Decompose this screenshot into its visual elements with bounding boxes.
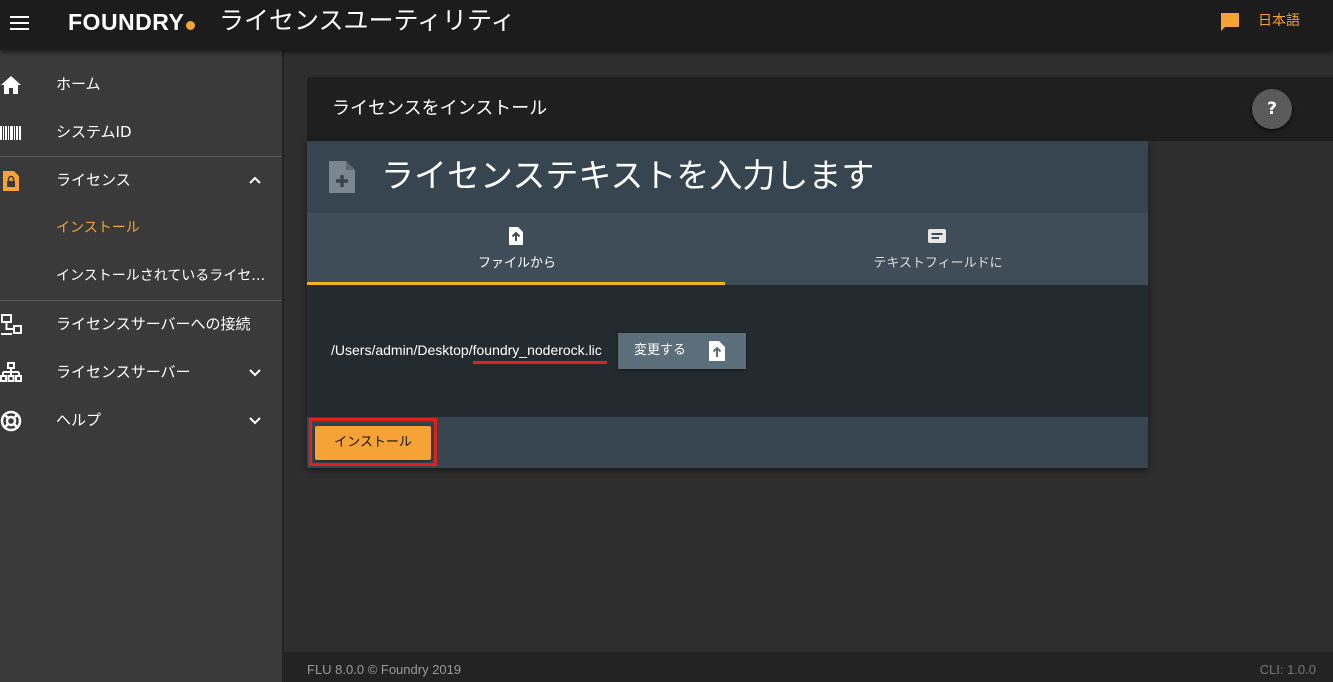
- chevron-down-icon[interactable]: [248, 413, 262, 427]
- home-icon: [1, 76, 21, 94]
- page-title: ライセンスをインストール: [332, 98, 548, 119]
- server-tree-icon: [0, 362, 22, 382]
- barcode-icon: [0, 126, 21, 140]
- sidebar-item-label: インストールされているライセ…: [56, 268, 266, 284]
- sidebar-item-label: ライセンスサーバー: [56, 363, 191, 381]
- sidebar-subitem-installed-licenses[interactable]: インストールされているライセ…: [0, 252, 282, 300]
- file-selection-area: /Users/admin/Desktop/foundry_noderock.li…: [307, 285, 1148, 417]
- footer-version: FLU 8.0.0 © Foundry 2019: [307, 662, 462, 677]
- card-action-bar: インストール: [307, 417, 1148, 468]
- top-app-bar: FOUNDRY ライセンスユーティリティ 日本語: [0, 0, 1333, 50]
- sidebar-item-label: ライセンスサーバーへの接続: [56, 315, 251, 333]
- lifebuoy-icon: [0, 410, 22, 432]
- tab-from-file[interactable]: ファイルから: [307, 213, 727, 285]
- footer: FLU 8.0.0 © Foundry 2019 CLI: 1.0.0: [284, 652, 1333, 682]
- file-upload-icon: [709, 341, 725, 361]
- chevron-down-icon[interactable]: [248, 365, 262, 379]
- hamburger-menu-icon[interactable]: [10, 16, 29, 32]
- selected-file-path: /Users/admin/Desktop/foundry_noderock.li…: [331, 342, 602, 358]
- tab-text-field[interactable]: テキストフィールドに: [728, 213, 1148, 285]
- brand-dot: [186, 21, 196, 30]
- sidebar-item-label: ヘルプ: [56, 411, 102, 429]
- sidebar-nav: ホーム システムID ライセンス インストール インストールされているライセ…: [0, 50, 284, 682]
- license-lock-icon: [3, 171, 19, 191]
- sidebar-item-license[interactable]: ライセンス: [0, 156, 282, 204]
- app-title: ライセンスユーティリティ: [219, 6, 516, 35]
- sidebar-item-label: インストール: [56, 220, 140, 236]
- foundry-logo: FOUNDRY: [68, 9, 196, 35]
- sidebar-item-label: ライセンス: [56, 171, 131, 189]
- help-button[interactable]: ?: [1252, 89, 1292, 129]
- change-file-button[interactable]: 変更する: [618, 333, 746, 369]
- sidebar-item-home[interactable]: ホーム: [0, 60, 282, 108]
- file-upload-icon: [509, 227, 523, 245]
- network-computer-icon: [1, 314, 22, 335]
- sidebar-item-help[interactable]: ヘルプ: [0, 396, 282, 444]
- brand-text: FOUNDRY: [68, 9, 185, 35]
- text-field-icon: [928, 229, 946, 243]
- chat-bubble-icon[interactable]: [1220, 12, 1240, 32]
- sidebar-item-connect-license-server[interactable]: ライセンスサーバーへの接続: [0, 300, 282, 348]
- tab-label: テキストフィールドに: [873, 256, 1003, 271]
- main-content: ライセンスをインストール ? ライセンステキストを入力します ファイルから テキ…: [284, 50, 1333, 652]
- panel-header: ライセンスをインストール ?: [307, 77, 1333, 141]
- change-file-label: 変更する: [634, 343, 687, 358]
- file-plus-icon: [329, 161, 355, 193]
- chevron-up-icon[interactable]: [248, 173, 262, 187]
- footer-cli-version: CLI: 1.0.0: [1259, 662, 1316, 677]
- sidebar-item-label: ホーム: [56, 75, 101, 93]
- card-title: ライセンステキストを入力します: [381, 156, 875, 195]
- sidebar-item-license-server[interactable]: ライセンスサーバー: [0, 348, 282, 396]
- install-button[interactable]: インストール: [315, 426, 431, 460]
- license-install-card: ライセンステキストを入力します ファイルから テキストフィールドに /Users…: [307, 141, 1148, 468]
- input-method-tabs: ファイルから テキストフィールドに: [307, 213, 1148, 285]
- language-selector[interactable]: 日本語: [1258, 12, 1300, 30]
- sidebar-item-label: システムID: [56, 123, 132, 141]
- filename-annotation-underline: [473, 361, 607, 364]
- sidebar-item-system-id[interactable]: システムID: [0, 108, 282, 156]
- sidebar-subitem-install[interactable]: インストール: [0, 204, 282, 252]
- tab-label: ファイルから: [477, 256, 556, 271]
